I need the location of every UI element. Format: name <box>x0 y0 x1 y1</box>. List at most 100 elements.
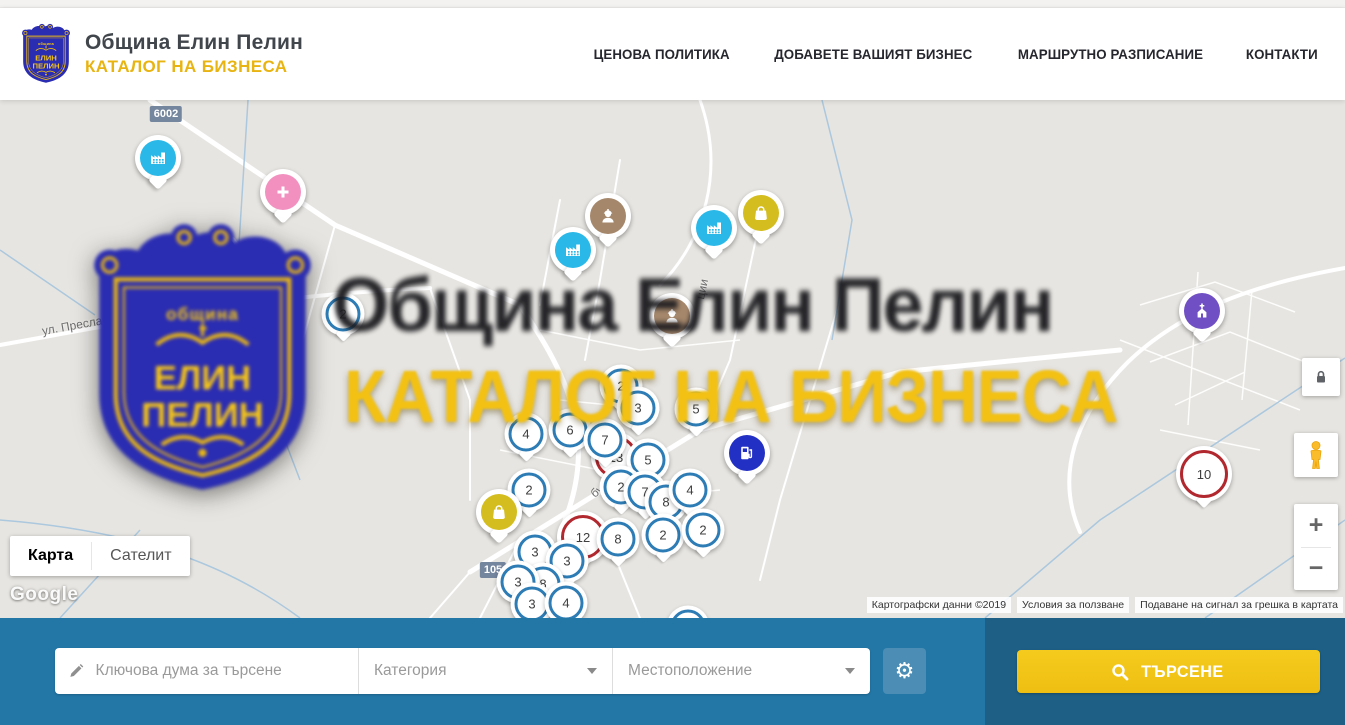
cluster-ring: 12 <box>243 252 289 298</box>
factory-icon <box>696 210 732 246</box>
cluster-marker[interactable]: 8 <box>597 518 640 561</box>
chevron-down-icon <box>845 668 855 679</box>
nav-item-route-schedule[interactable]: МАРШРУТНО РАЗПИСАНИЕ <box>1018 46 1203 62</box>
cluster-count: 5 <box>644 453 651 468</box>
cluster-ring: 6 <box>553 413 588 448</box>
nav-item-contacts[interactable]: КОНТАКТИ <box>1246 46 1318 62</box>
cluster-marker[interactable]: 2 <box>322 293 365 336</box>
cluster-marker[interactable]: 5 <box>667 606 710 619</box>
lock-icon <box>1313 369 1329 385</box>
bag-pin-marker[interactable] <box>476 489 522 535</box>
cluster-ring: 7 <box>588 423 623 458</box>
cluster-count: 2 <box>339 307 346 322</box>
site-header: община ЕЛИН ПЕЛИН Община Елин Пелин КАТА… <box>0 8 1345 100</box>
map-canvas[interactable]: 6002105ул. Преславбул. „Новоселции 32512… <box>0 100 1345 618</box>
search-submit-button[interactable]: ТЪРСЕНЕ <box>1017 650 1320 693</box>
cluster-ring: 5 <box>671 610 706 619</box>
worker-pin-marker[interactable] <box>649 293 695 339</box>
category-select[interactable]: Категория <box>358 648 612 694</box>
cluster-ring: 4 <box>549 586 584 619</box>
top-strip <box>0 0 1345 8</box>
fuel-icon <box>729 435 765 471</box>
cluster-marker[interactable]: 4 <box>545 582 588 619</box>
cluster-marker[interactable]: 10 <box>1176 446 1232 502</box>
attribution-report-error-link[interactable]: Подаване на сигнал за грешка в картата <box>1135 597 1343 613</box>
location-select-value: Местоположение <box>628 662 752 680</box>
worker-icon <box>590 198 626 234</box>
cluster-ring: 5 <box>679 392 714 427</box>
bag-pin-marker[interactable] <box>738 190 784 236</box>
search-icon <box>1111 663 1129 681</box>
cluster-count: 8 <box>662 495 669 510</box>
svg-text:ЕЛИН: ЕЛИН <box>35 54 57 63</box>
cluster-count: 4 <box>562 596 569 611</box>
zoom-out-button[interactable]: − <box>1294 548 1338 591</box>
cluster-marker[interactable]: 4 <box>669 469 712 512</box>
cluster-marker[interactable]: 2 <box>642 514 685 557</box>
cluster-count: 3 <box>528 597 535 612</box>
attribution-copyright: Картографски данни ©2019 <box>867 597 1011 613</box>
cluster-count: 10 <box>1197 467 1211 482</box>
cluster-ring: 4 <box>509 417 544 452</box>
pegman-icon <box>1305 440 1327 470</box>
worker-icon <box>654 298 690 334</box>
nav-item-add-business[interactable]: ДОБАВЕТЕ ВАШИЯТ БИЗНЕС <box>774 46 972 62</box>
cluster-marker[interactable]: 2 <box>682 509 725 552</box>
cluster-ring: 2 <box>174 264 209 299</box>
keyword-field <box>55 648 358 694</box>
bag-icon <box>481 494 517 530</box>
cluster-count: 4 <box>686 483 693 498</box>
factory-icon <box>555 232 591 268</box>
cluster-marker[interactable]: 7 <box>584 419 627 462</box>
cluster-ring: 2 <box>646 518 681 553</box>
keyword-input[interactable] <box>94 661 344 681</box>
pegman-control[interactable] <box>1294 433 1338 477</box>
google-logo[interactable]: Google <box>10 584 78 606</box>
map-type-control: Карта Сателит <box>10 536 190 576</box>
zoom-control: + − <box>1294 504 1338 590</box>
bag-icon <box>743 195 779 231</box>
map-type-satellite-button[interactable]: Сателит <box>92 536 189 576</box>
factory-pin-marker[interactable] <box>691 205 737 251</box>
medical-pin-marker[interactable] <box>260 169 306 215</box>
search-bar: Категория Местоположение ⚙ ТЪРСЕНЕ <box>0 618 1345 725</box>
pencil-icon <box>69 663 84 679</box>
cluster-marker[interactable]: 2 <box>170 260 213 303</box>
cluster-marker[interactable]: 5 <box>675 388 718 431</box>
chevron-down-icon <box>587 668 597 679</box>
category-select-value: Категория <box>374 662 446 680</box>
cluster-count: 3 <box>215 246 222 261</box>
location-select[interactable]: Местоположение <box>612 648 870 694</box>
cluster-ring: 2 <box>326 297 361 332</box>
cluster-ring: 8 <box>601 522 636 557</box>
attribution-terms-link[interactable]: Условия за ползване <box>1017 597 1129 613</box>
fuel-pin-marker[interactable] <box>724 430 770 476</box>
zoom-in-button[interactable]: + <box>1294 504 1338 547</box>
site-title: Община Елин Пелин <box>85 31 303 55</box>
cluster-count: 8 <box>614 532 621 547</box>
worker-pin-marker[interactable] <box>585 193 631 239</box>
factory-icon <box>140 140 176 176</box>
svg-text:община: община <box>38 42 55 46</box>
cluster-marker[interactable]: 12 <box>239 248 293 302</box>
cluster-marker[interactable]: 4 <box>505 413 548 456</box>
cluster-marker[interactable]: 3 <box>617 387 660 430</box>
site-title-block: Община Елин Пелин КАТАЛОГ НА БИЗНЕСА <box>85 31 303 77</box>
search-field-group: Категория Местоположение <box>55 648 870 694</box>
cluster-ring: 2 <box>686 513 721 548</box>
cluster-ring: 10 <box>1180 450 1228 498</box>
cluster-ring: 4 <box>673 473 708 508</box>
church-icon <box>1184 293 1220 329</box>
factory-pin-marker[interactable] <box>135 135 181 181</box>
nav-item-pricing[interactable]: ЦЕНОВА ПОЛИТИКА <box>593 46 729 62</box>
cluster-count: 2 <box>525 483 532 498</box>
map-type-map-button[interactable]: Карта <box>10 536 91 576</box>
cluster-count: 7 <box>601 433 608 448</box>
municipal-crest-logo[interactable]: община ЕЛИН ПЕЛИН <box>20 21 72 87</box>
advanced-search-button[interactable]: ⚙ <box>883 648 926 694</box>
street-view-lock-button[interactable] <box>1302 358 1340 396</box>
search-button-label: ТЪРСЕНЕ <box>1141 662 1223 682</box>
cluster-count: 5 <box>692 402 699 417</box>
church-pin-marker[interactable] <box>1179 288 1225 334</box>
factory-pin-marker[interactable] <box>550 227 596 273</box>
